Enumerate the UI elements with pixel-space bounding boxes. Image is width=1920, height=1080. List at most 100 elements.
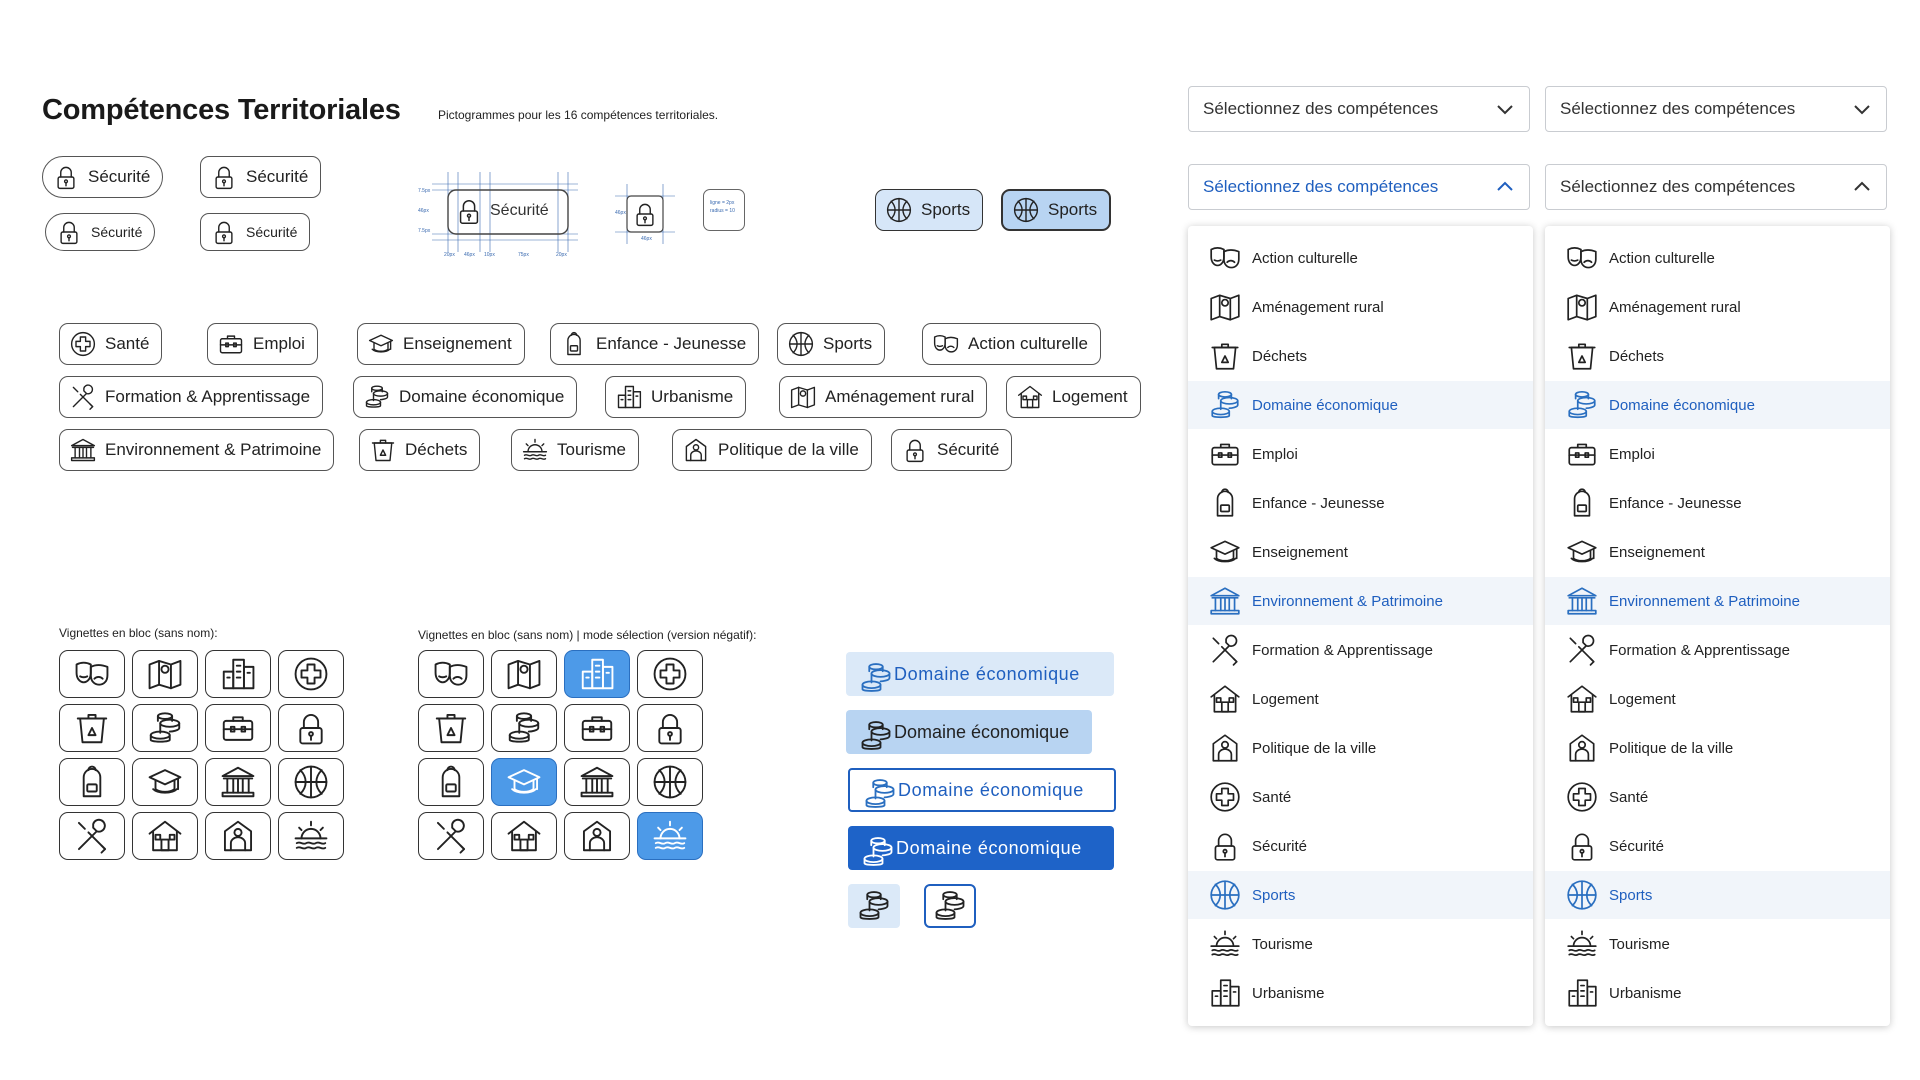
tile-map[interactable] — [491, 650, 557, 698]
chip-sun[interactable]: Tourisme — [511, 429, 639, 471]
option-lock[interactable]: Sécurité — [1545, 822, 1890, 870]
chip-lock[interactable]: Sécurité — [891, 429, 1013, 471]
securite-chip-small[interactable]: Sécurité — [200, 213, 311, 251]
chip-person[interactable]: Politique de la ville — [672, 429, 872, 471]
tile-person[interactable] — [205, 812, 271, 860]
chip-tools[interactable]: Formation & Apprentissage — [59, 376, 324, 418]
domaine-chip-outline[interactable]: Domaine économique — [848, 768, 1116, 812]
backpack-icon — [560, 330, 588, 358]
tile-person[interactable] — [564, 812, 630, 860]
map-icon — [1565, 290, 1599, 324]
option-bin[interactable]: Déchets — [1545, 332, 1890, 380]
tile-cap[interactable] — [491, 758, 557, 806]
domaine-chip-selected[interactable]: Domaine économique — [846, 710, 1092, 754]
option-house[interactable]: Logement — [1545, 675, 1890, 723]
tile-backpack[interactable] — [418, 758, 484, 806]
chip-city[interactable]: Urbanisme — [605, 376, 747, 418]
chip-house[interactable]: Logement — [1006, 376, 1141, 418]
option-tools[interactable]: Formation & Apprentissage — [1188, 626, 1533, 674]
tile-lock[interactable] — [278, 704, 344, 752]
option-city[interactable]: Urbanisme — [1188, 969, 1533, 1017]
option-map[interactable]: Aménagement rural — [1188, 283, 1533, 331]
option-lock[interactable]: Sécurité — [1188, 822, 1533, 870]
option-bin[interactable]: Déchets — [1188, 332, 1533, 380]
chip-plus[interactable]: Santé — [59, 323, 163, 365]
tile-city[interactable] — [205, 650, 271, 698]
tile-plus[interactable] — [637, 650, 703, 698]
option-temple[interactable]: Environnement & Patrimoine — [1188, 577, 1533, 625]
competences-select-open-2[interactable]: Sélectionnez des compétences — [1545, 164, 1887, 210]
option-backpack[interactable]: Enfance - Jeunesse — [1545, 479, 1890, 527]
chip-coins[interactable]: Domaine économique — [353, 376, 578, 418]
tile-briefcase[interactable] — [205, 704, 271, 752]
tile-bin[interactable] — [59, 704, 125, 752]
option-plus[interactable]: Santé — [1188, 773, 1533, 821]
option-house[interactable]: Logement — [1188, 675, 1533, 723]
option-masks[interactable]: Action culturelle — [1545, 234, 1890, 282]
tile-house[interactable] — [132, 812, 198, 860]
tile-coins[interactable] — [491, 704, 557, 752]
chip-ball[interactable]: Sports — [777, 323, 886, 365]
securite-chip-large[interactable]: Sécurité — [200, 156, 322, 198]
option-city[interactable]: Urbanisme — [1545, 969, 1890, 1017]
option-ball[interactable]: Sports — [1188, 871, 1533, 919]
option-person[interactable]: Politique de la ville — [1545, 724, 1890, 772]
tile-ball[interactable] — [278, 758, 344, 806]
option-sun[interactable]: Tourisme — [1545, 920, 1890, 968]
chip-cap[interactable]: Enseignement — [357, 323, 525, 365]
map-icon — [146, 655, 184, 693]
competences-select-closed-1[interactable]: Sélectionnez des compétences — [1188, 86, 1530, 132]
tile-sun[interactable] — [637, 812, 703, 860]
option-briefcase[interactable]: Emploi — [1545, 430, 1890, 478]
tile-masks[interactable] — [418, 650, 484, 698]
tile-ball[interactable] — [637, 758, 703, 806]
option-tools[interactable]: Formation & Apprentissage — [1545, 626, 1890, 674]
tile-map[interactable] — [132, 650, 198, 698]
securite-chip-pill-large[interactable]: Sécurité — [42, 156, 164, 198]
competences-select-open-1[interactable]: Sélectionnez des compétences — [1188, 164, 1530, 210]
option-briefcase[interactable]: Emploi — [1188, 430, 1533, 478]
option-person[interactable]: Politique de la ville — [1188, 724, 1533, 772]
option-coins[interactable]: Domaine économique — [1545, 381, 1890, 429]
chip-briefcase[interactable]: Emploi — [207, 323, 318, 365]
chip-bin[interactable]: Déchets — [359, 429, 481, 471]
competences-select-closed-2[interactable]: Sélectionnez des compétences — [1545, 86, 1887, 132]
option-sun[interactable]: Tourisme — [1188, 920, 1533, 968]
tile-backpack[interactable] — [59, 758, 125, 806]
tile-briefcase[interactable] — [564, 704, 630, 752]
tile-bin[interactable] — [418, 704, 484, 752]
option-cap[interactable]: Enseignement — [1545, 528, 1890, 576]
securite-chip-pill-small[interactable]: Sécurité — [45, 213, 156, 251]
option-cap[interactable]: Enseignement — [1188, 528, 1533, 576]
lock-icon — [454, 196, 484, 226]
tile-tools[interactable] — [59, 812, 125, 860]
tile-house[interactable] — [491, 812, 557, 860]
tile-cap[interactable] — [132, 758, 198, 806]
tile-temple[interactable] — [564, 758, 630, 806]
chip-backpack[interactable]: Enfance - Jeunesse — [550, 323, 760, 365]
option-coins[interactable]: Domaine économique — [1188, 381, 1533, 429]
tile-tools[interactable] — [418, 812, 484, 860]
option-plus[interactable]: Santé — [1545, 773, 1890, 821]
tile-masks[interactable] — [59, 650, 125, 698]
tile-plus[interactable] — [278, 650, 344, 698]
option-temple[interactable]: Environnement & Patrimoine — [1545, 577, 1890, 625]
tile-lock[interactable] — [637, 704, 703, 752]
option-masks[interactable]: Action culturelle — [1188, 234, 1533, 282]
chip-map[interactable]: Aménagement rural — [779, 376, 988, 418]
domaine-chip-dark[interactable]: Domaine économique — [848, 826, 1114, 870]
option-map[interactable]: Aménagement rural — [1545, 283, 1890, 331]
tile-temple[interactable] — [205, 758, 271, 806]
option-ball[interactable]: Sports — [1545, 871, 1890, 919]
sports-chip-selected[interactable]: Sports — [1001, 189, 1112, 231]
sports-chip-light[interactable]: Sports — [875, 189, 984, 231]
domaine-chip-light[interactable]: Domaine économique — [846, 652, 1114, 696]
chip-masks[interactable]: Action culturelle — [922, 323, 1102, 365]
option-backpack[interactable]: Enfance - Jeunesse — [1188, 479, 1533, 527]
domaine-icon-chip-outline[interactable] — [924, 884, 976, 928]
tile-sun[interactable] — [278, 812, 344, 860]
chip-temple[interactable]: Environnement & Patrimoine — [59, 429, 335, 471]
domaine-icon-chip-light[interactable] — [848, 884, 900, 928]
tile-coins[interactable] — [132, 704, 198, 752]
tile-city[interactable] — [564, 650, 630, 698]
